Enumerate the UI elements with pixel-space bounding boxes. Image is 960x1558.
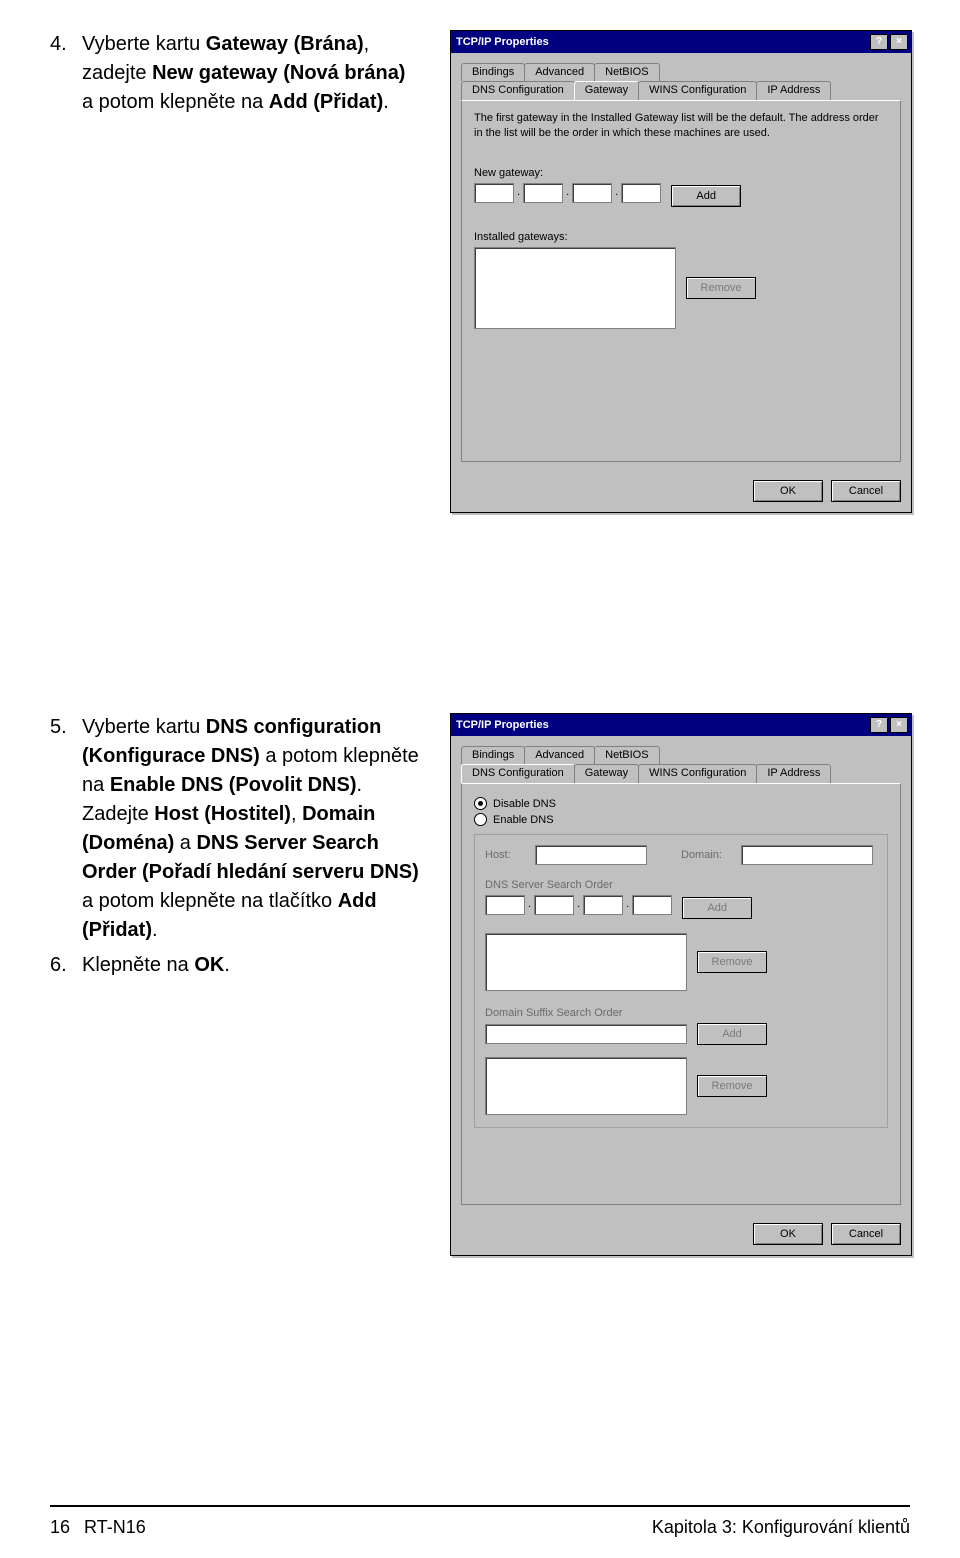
domain-suffix-label: Domain Suffix Search Order [485, 1007, 877, 1019]
tab-dns-configuration[interactable]: DNS Configuration [461, 81, 575, 100]
ok-button[interactable]: OK [753, 1223, 823, 1245]
step5-t1: Vyberte kartu [82, 716, 206, 738]
dialog1-title: TCP/IP Properties [454, 36, 868, 48]
dns-server-ip-input[interactable]: . . . [485, 895, 672, 915]
step6-b1: OK [194, 954, 224, 976]
host-input[interactable] [535, 845, 647, 865]
step4-b2: New gateway (Nová brána) [152, 62, 405, 84]
step4-t3: a potom klepněte na [82, 91, 269, 113]
step4-t4: . [383, 91, 389, 113]
remove-suffix-button[interactable]: Remove [697, 1075, 767, 1097]
add-dns-button[interactable]: Add [682, 897, 752, 919]
tab-advanced[interactable]: Advanced [524, 746, 595, 764]
domain-suffix-input[interactable] [485, 1024, 687, 1044]
close-button[interactable]: × [890, 717, 908, 733]
tab-dns-configuration[interactable]: DNS Configuration [461, 764, 575, 783]
remove-gateway-button[interactable]: Remove [686, 277, 756, 299]
disable-dns-radio[interactable] [474, 797, 487, 810]
domain-label: Domain: [681, 849, 731, 861]
tab-wins-configuration[interactable]: WINS Configuration [638, 764, 757, 783]
add-gateway-button[interactable]: Add [671, 185, 741, 207]
gateway-description: The first gateway in the Installed Gatew… [474, 111, 888, 141]
help-button[interactable]: ? [870, 717, 888, 733]
step4-b3: Add (Přidat) [269, 91, 383, 113]
step4-b1: Gateway (Brána) [206, 33, 364, 55]
dialog2-title: TCP/IP Properties [454, 719, 868, 731]
dns-search-order-label: DNS Server Search Order [485, 879, 877, 891]
dns-server-list[interactable] [485, 933, 687, 991]
page-number: 16 [50, 1517, 70, 1538]
tab-bindings[interactable]: Bindings [461, 746, 525, 764]
step4-text: Vyberte kartu Gateway (Brána), zadejte N… [82, 30, 420, 117]
device-model: RT-N16 [84, 1517, 652, 1538]
cancel-button[interactable]: Cancel [831, 1223, 901, 1245]
step5-number: 5. [50, 713, 72, 945]
tcpip-dialog-gateway: TCP/IP Properties ? × Bindings Advanced … [450, 30, 912, 513]
step5-t4: , [291, 803, 302, 825]
step5-t7: . [152, 919, 158, 941]
step6-t2: . [224, 954, 230, 976]
cancel-button[interactable]: Cancel [831, 480, 901, 502]
tab-advanced[interactable]: Advanced [524, 63, 595, 81]
step5-text: Vyberte kartu DNS configuration (Konfigu… [82, 713, 420, 945]
domain-input[interactable] [741, 845, 873, 865]
enable-dns-label: Enable DNS [493, 814, 554, 826]
tab-gateway[interactable]: Gateway [574, 764, 639, 783]
remove-dns-button[interactable]: Remove [697, 951, 767, 973]
ok-button[interactable]: OK [753, 480, 823, 502]
tab-ip-address[interactable]: IP Address [756, 81, 831, 100]
tab-netbios[interactable]: NetBIOS [594, 746, 659, 764]
new-gateway-ip-input[interactable]: . . . [474, 183, 661, 203]
tab-ip-address[interactable]: IP Address [756, 764, 831, 783]
new-gateway-label: New gateway: [474, 167, 888, 179]
close-button[interactable]: × [890, 34, 908, 50]
step6-t1: Klepněte na [82, 954, 194, 976]
domain-suffix-list[interactable] [485, 1057, 687, 1115]
installed-gateways-list[interactable] [474, 247, 676, 329]
step6-number: 6. [50, 951, 72, 980]
tab-gateway[interactable]: Gateway [574, 81, 639, 100]
add-suffix-button[interactable]: Add [697, 1023, 767, 1045]
tab-wins-configuration[interactable]: WINS Configuration [638, 81, 757, 100]
enable-dns-radio[interactable] [474, 813, 487, 826]
tab-bindings[interactable]: Bindings [461, 63, 525, 81]
disable-dns-label: Disable DNS [493, 798, 556, 810]
step4-t1: Vyberte kartu [82, 33, 206, 55]
tcpip-dialog-dns: TCP/IP Properties ? × Bindings Advanced … [450, 713, 912, 1256]
help-button[interactable]: ? [870, 34, 888, 50]
step4-number: 4. [50, 30, 72, 117]
step5-t5: a [174, 832, 196, 854]
chapter-title: Kapitola 3: Konfigurování klientů [652, 1517, 910, 1538]
page-footer: 16 RT-N16 Kapitola 3: Konfigurování klie… [50, 1505, 910, 1538]
step6-text: Klepněte na OK. [82, 951, 420, 980]
step5-t6: a potom klepněte na tlačítko [82, 890, 338, 912]
tab-netbios[interactable]: NetBIOS [594, 63, 659, 81]
host-label: Host: [485, 849, 525, 861]
step5-b3: Host (Hostitel) [154, 803, 291, 825]
installed-gateways-label: Installed gateways: [474, 231, 888, 243]
step5-b2: Enable DNS (Povolit DNS) [110, 774, 357, 796]
